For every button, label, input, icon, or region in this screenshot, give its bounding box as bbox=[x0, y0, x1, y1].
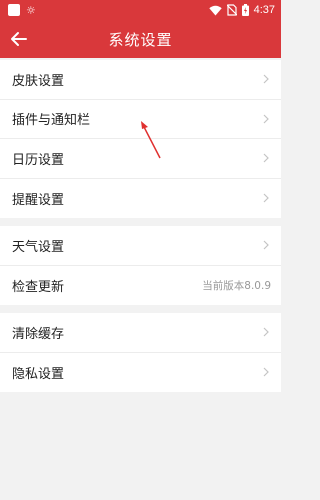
setting-label: 插件与通知栏 bbox=[12, 113, 91, 129]
setting-label: 清除缓存 bbox=[12, 326, 65, 342]
setting-label: 皮肤设置 bbox=[12, 73, 65, 89]
back-button[interactable] bbox=[8, 28, 30, 50]
battery-charging-icon bbox=[241, 4, 249, 16]
chevron-right-icon bbox=[261, 192, 271, 204]
setting-widgets-notifications[interactable]: 插件与通知栏 bbox=[0, 100, 281, 139]
page-title: 系统设置 bbox=[108, 30, 173, 49]
chevron-right-icon bbox=[261, 366, 271, 378]
setting-calendar[interactable]: 日历设置 bbox=[0, 139, 281, 179]
settings-group-app: 天气设置 检查更新 当前版本8.0.9 bbox=[0, 226, 281, 305]
sun-icon: ☼ bbox=[26, 3, 36, 17]
chevron-right-icon bbox=[261, 326, 271, 338]
setting-label: 天气设置 bbox=[12, 239, 65, 255]
chevron-right-icon bbox=[261, 73, 271, 85]
chevron-right-icon bbox=[261, 239, 271, 251]
setting-check-update[interactable]: 检查更新 当前版本8.0.9 bbox=[0, 266, 281, 306]
notification-square-icon bbox=[8, 4, 20, 16]
title-bar: 系统设置 bbox=[0, 20, 281, 58]
setting-label: 提醒设置 bbox=[12, 192, 65, 208]
settings-group-data: 清除缓存 隐私设置 bbox=[0, 313, 281, 392]
wifi-icon bbox=[208, 5, 222, 15]
status-time: 4:37 bbox=[253, 4, 275, 16]
setting-privacy[interactable]: 隐私设置 bbox=[0, 353, 281, 393]
setting-skin[interactable]: 皮肤设置 bbox=[0, 60, 281, 100]
chevron-right-icon bbox=[261, 152, 271, 164]
settings-group-general: 皮肤设置 插件与通知栏 日历设置 提醒设置 bbox=[0, 60, 281, 218]
setting-label: 日历设置 bbox=[12, 152, 65, 168]
setting-reminder[interactable]: 提醒设置 bbox=[0, 179, 281, 219]
chevron-right-icon bbox=[261, 113, 271, 125]
setting-clear-cache[interactable]: 清除缓存 bbox=[0, 313, 281, 353]
no-sim-icon bbox=[226, 4, 237, 16]
setting-label: 检查更新 bbox=[12, 279, 65, 295]
status-bar: ☼ 4:37 bbox=[0, 0, 281, 20]
setting-label: 隐私设置 bbox=[12, 366, 65, 382]
back-arrow-icon bbox=[11, 32, 27, 46]
setting-weather[interactable]: 天气设置 bbox=[0, 226, 281, 266]
version-text: 当前版本8.0.9 bbox=[202, 279, 271, 292]
